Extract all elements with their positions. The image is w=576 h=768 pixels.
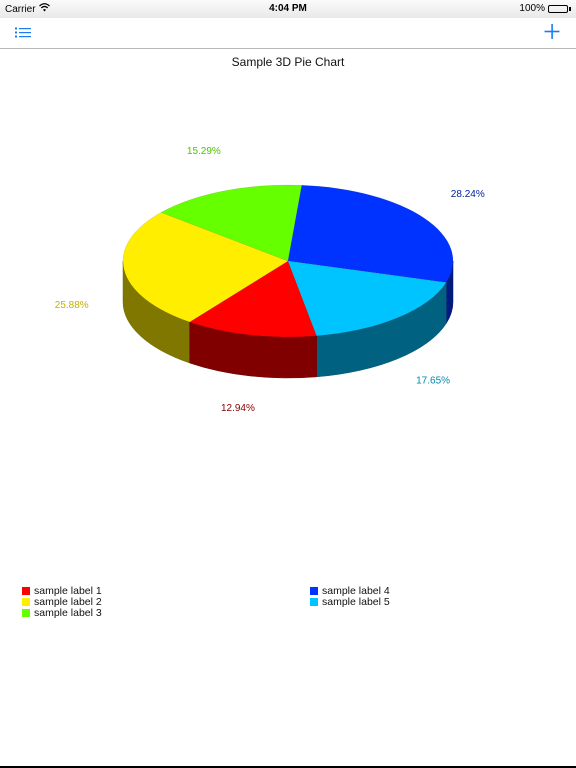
legend-swatch (22, 597, 30, 606)
status-bar: Carrier 4:04 PM 100% (0, 0, 576, 18)
legend-item-1: sample label 1 (22, 585, 102, 597)
legend-item-4: sample label 4 (310, 585, 390, 597)
legend-swatch (22, 608, 30, 617)
battery-icon (548, 4, 571, 13)
plus-icon[interactable] (542, 22, 562, 42)
battery-percent: 100% (519, 3, 545, 14)
legend-item-2: sample label 2 (22, 596, 102, 608)
list-icon[interactable] (14, 25, 34, 41)
pie-chart: 12.94% 25.88% 15.29% 28.24% 17.65% (55, 146, 485, 414)
legend-label: sample label 3 (34, 606, 102, 619)
pie-label-3: 15.29% (187, 146, 221, 157)
app-screen: Carrier 4:04 PM 100% Sample 3D Pie Chart… (0, 0, 576, 768)
pie-label-5: 17.65% (416, 375, 450, 386)
pie-label-2: 25.88% (55, 300, 89, 311)
legend-swatch (22, 586, 30, 595)
legend-swatch (310, 586, 318, 595)
legend-label: sample label 5 (322, 595, 390, 608)
legend-item-5: sample label 5 (310, 595, 390, 608)
chart-area: Sample 3D Pie Chart 12.94% 25.88% 15.29% 28… (0, 49, 576, 768)
navigation-bar (0, 18, 576, 49)
pie-label-1: 12.94% (221, 403, 255, 414)
legend-swatch (310, 597, 318, 606)
status-right: 100% (519, 3, 571, 14)
chart-legend: sample label 1 sample label 2 sample label… (0, 585, 576, 625)
status-time: 4:04 PM (269, 3, 307, 14)
pie-label-4: 28.24% (451, 189, 485, 200)
legend-item-3: sample label 3 (22, 606, 102, 619)
